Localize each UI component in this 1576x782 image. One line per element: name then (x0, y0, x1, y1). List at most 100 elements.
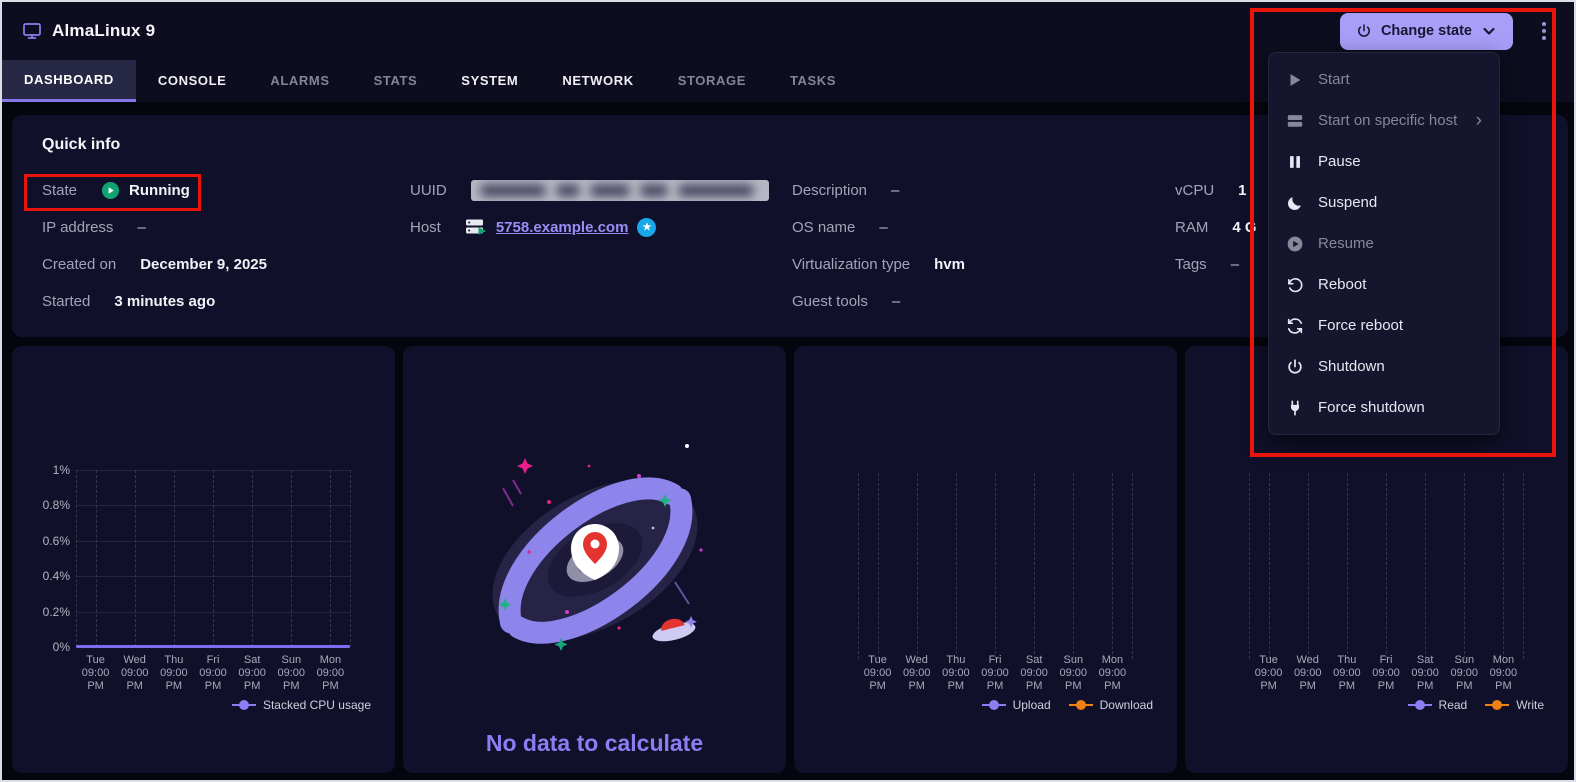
menu-item-label: Shutdown (1318, 358, 1385, 375)
quick-info-column: StateRunningIP address–Created onDecembe… (42, 178, 410, 326)
menu-item-label: Reboot (1318, 276, 1366, 293)
x-tick: Sun09:00PM (1445, 654, 1484, 693)
y-tick: 1% (24, 463, 70, 477)
chevron-down-icon (1481, 23, 1497, 39)
legend-item-stacked-cpu-usage: Stacked CPU usage (232, 698, 371, 712)
menu-item-label: Start (1318, 71, 1350, 88)
x-axis-labels: Tue09:00PMWed09:00PMThu09:00PMFri09:00PM… (76, 654, 350, 693)
x-tick: Fri09:00PM (975, 654, 1014, 693)
menu-item-resume[interactable]: Resume (1269, 223, 1499, 264)
vdi-chart-plot (1249, 473, 1523, 659)
field-virtualization-type: Virtualization typehvm (792, 252, 1175, 276)
quick-info-column: Description–OS name–Virtualization typeh… (792, 178, 1175, 326)
x-tick: Fri09:00PM (1366, 654, 1405, 693)
x-axis-labels: Tue09:00PMWed09:00PMThu09:00PMFri09:00PM… (858, 654, 1132, 693)
menu-item-start-on-specific-host[interactable]: Start on specific host › (1269, 100, 1499, 141)
x-tick: Sat09:00PM (1406, 654, 1445, 693)
field-value: – (892, 293, 900, 310)
x-tick: Wed09:00PM (897, 654, 936, 693)
x-tick: Wed09:00PM (1288, 654, 1327, 693)
host-value: 5758.example.com ★ (465, 217, 657, 237)
x-tick: Tue09:00PM (76, 654, 115, 693)
x-tick: Thu09:00PM (936, 654, 975, 693)
menu-item-label: Force reboot (1318, 317, 1403, 334)
rotate-ccw-icon (1286, 276, 1304, 294)
host-link[interactable]: 5758.example.com (496, 219, 629, 236)
field-value: 4 G (1232, 219, 1256, 236)
menu-item-label: Start on specific host (1318, 112, 1457, 129)
legend-item-upload: Upload (982, 698, 1051, 712)
menu-item-reboot[interactable]: Reboot (1269, 264, 1499, 305)
x-tick: Sun09:00PM (272, 654, 311, 693)
power-icon (1356, 23, 1372, 39)
menu-item-force-reboot[interactable]: Force reboot (1269, 305, 1499, 346)
redaction-blur (471, 180, 769, 201)
change-state-button[interactable]: Change state (1340, 13, 1513, 50)
running-state-icon (101, 181, 120, 200)
kebab-menu-button[interactable] (1534, 16, 1554, 46)
network-chart-plot (858, 473, 1132, 659)
tab-stats[interactable]: STATS (352, 60, 440, 102)
x-axis-labels: Tue09:00PMWed09:00PMThu09:00PMFri09:00PM… (1249, 654, 1523, 693)
plug-icon (1286, 399, 1304, 417)
legend-marker (1485, 700, 1509, 710)
field-label: Guest tools (792, 293, 868, 310)
field-host: Host 5758.example.com ★ (410, 215, 792, 239)
field-ip-address: IP address– (42, 215, 410, 239)
field-label: Started (42, 293, 90, 310)
x-tick: Tue09:00PM (858, 654, 897, 693)
field-label: Description (792, 182, 867, 199)
no-data-message: No data to calculate (403, 730, 786, 757)
x-tick: Fri09:00PM (193, 654, 232, 693)
ram-card: No data to calculate (403, 346, 786, 773)
legend-item-download: Download (1069, 698, 1153, 712)
menu-item-start[interactable]: Start (1269, 59, 1499, 100)
tab-alarms[interactable]: ALARMS (248, 60, 351, 102)
chart-legend: Upload Download (982, 698, 1153, 712)
legend-marker (1408, 700, 1432, 710)
menu-item-suspend[interactable]: Suspend (1269, 182, 1499, 223)
x-tick: Thu09:00PM (154, 654, 193, 693)
uuid-redacted-value (471, 180, 769, 201)
y-tick: 0.4% (24, 569, 70, 583)
app-window: AlmaLinux 9 Change state DASHBOARDCONSOL… (0, 0, 1576, 782)
field-label: RAM (1175, 219, 1208, 236)
tab-network[interactable]: NETWORK (540, 60, 655, 102)
field-description: Description– (792, 178, 1175, 202)
field-os-name: OS name– (792, 215, 1175, 239)
change-state-menu: Start Start on specific host › Pause Suspend… (1268, 52, 1500, 435)
menu-item-pause[interactable]: Pause (1269, 141, 1499, 182)
menu-item-label: Resume (1318, 235, 1374, 252)
menu-item-label: Suspend (1318, 194, 1377, 211)
legend-marker (982, 700, 1006, 710)
pause-icon (1286, 153, 1304, 171)
primary-host-star-badge: ★ (637, 218, 656, 237)
play-icon (1286, 71, 1304, 89)
field-label: Created on (42, 256, 116, 273)
chart-legend: ReadWrite (1408, 698, 1544, 712)
tab-dashboard[interactable]: DASHBOARD (2, 60, 136, 102)
field-started: Started3 minutes ago (42, 289, 410, 313)
menu-item-shutdown[interactable]: Shutdown (1269, 346, 1499, 387)
monitor-icon (22, 21, 42, 41)
x-tick: Sat09:00PM (233, 654, 272, 693)
tab-storage[interactable]: STORAGE (656, 60, 768, 102)
play-circle-icon (1286, 235, 1304, 253)
galaxy-illustration (469, 432, 721, 677)
field-label: IP address (42, 219, 113, 236)
cpu-chart-plot (76, 470, 350, 647)
cpu-card: 1%0.8%0.6%0.4%0.2%0%Tue09:00PMWed09:00PM… (12, 346, 395, 773)
chevron-right-icon: › (1476, 111, 1482, 130)
menu-item-force-shutdown[interactable]: Force shutdown (1269, 387, 1499, 428)
moon-icon (1286, 194, 1304, 212)
field-created-on: Created onDecember 9, 2025 (42, 252, 410, 276)
state-value: Running (101, 181, 190, 200)
x-tick: Sun09:00PM (1054, 654, 1093, 693)
legend-item-write: Write (1485, 698, 1544, 712)
tab-console[interactable]: CONSOLE (136, 60, 248, 102)
tab-tasks[interactable]: TASKS (768, 60, 858, 102)
tab-system[interactable]: SYSTEM (439, 60, 540, 102)
field-label: Host (410, 219, 441, 236)
field-value: – (1231, 256, 1239, 273)
field-value: hvm (934, 256, 965, 273)
